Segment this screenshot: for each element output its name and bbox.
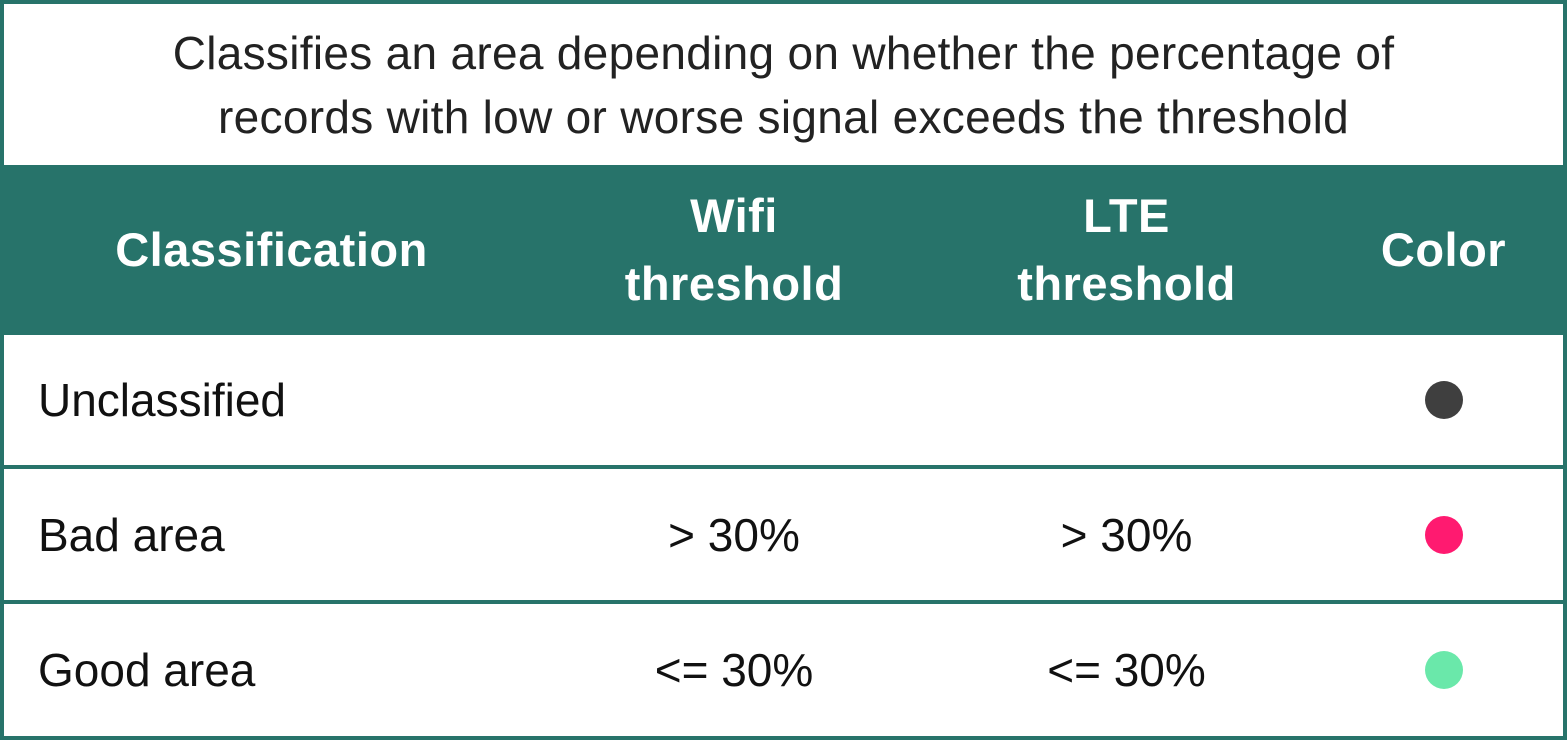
color-dot-icon <box>1424 515 1463 554</box>
header-classification-label: Classification <box>115 223 428 276</box>
row-lte-threshold <box>929 335 1324 465</box>
header-classification: Classification <box>4 165 539 335</box>
row-wifi-threshold: <= 30% <box>654 644 814 696</box>
row-color-cell <box>1324 604 1563 736</box>
table-caption: Classifies an area depending on whether … <box>4 4 1563 165</box>
header-wifi-threshold: Wifi threshold <box>539 165 929 335</box>
color-dot-icon <box>1424 651 1463 689</box>
row-wifi-threshold <box>539 335 929 465</box>
header-color-label: Color <box>1380 223 1507 276</box>
row-classification: Good area <box>38 644 256 696</box>
row-classification: Bad area <box>38 508 225 561</box>
row-lte-threshold: > 30% <box>1060 508 1193 561</box>
table-row-unclassified: Unclassified <box>4 335 1563 465</box>
row-color-cell <box>1324 335 1563 465</box>
header-wifi-line-2: threshold <box>624 257 844 310</box>
table-row-good-area: Good area <= 30% <= 30% <box>4 600 1563 736</box>
color-dot-icon <box>1424 381 1463 419</box>
caption-line-1: Classifies an area depending on whether … <box>172 26 1395 79</box>
caption-line-2: records with low or worse signal exceeds… <box>218 90 1349 143</box>
row-color-cell <box>1324 469 1563 600</box>
row-lte-threshold: <= 30% <box>1047 644 1206 696</box>
row-classification: Unclassified <box>38 374 286 426</box>
table-header: Classification Wifi threshold LTE thresh… <box>4 165 1563 335</box>
table-row-bad-area: Bad area > 30% > 30% <box>4 465 1563 600</box>
header-color: Color <box>1324 165 1563 335</box>
header-lte-line-1: LTE <box>1083 189 1170 242</box>
header-lte-line-2: threshold <box>1017 257 1236 310</box>
header-lte-threshold: LTE threshold <box>929 165 1324 335</box>
header-wifi-line-1: Wifi <box>690 189 778 242</box>
row-wifi-threshold: > 30% <box>668 508 800 561</box>
